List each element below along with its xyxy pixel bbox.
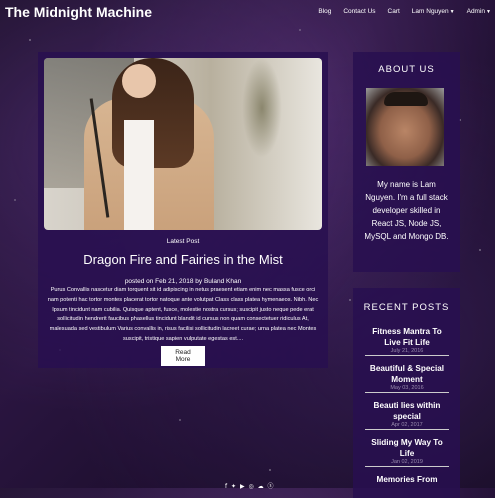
recent-post-item[interactable]: Beautiful & Special Moment May 03, 2016: [365, 363, 449, 393]
chevron-down-icon: ▼: [449, 9, 455, 15]
recent-post-title[interactable]: Memories From: [365, 474, 449, 485]
post-title[interactable]: Dragon Fire and Fairies in the Mist: [38, 252, 328, 267]
recent-posts-widget: RECENT POSTS Fitness Mantra To Live Fit …: [353, 288, 460, 498]
nav-user-label: Lam Nguyen: [411, 8, 449, 15]
image-background-tree: [242, 58, 282, 158]
post-image[interactable]: [44, 58, 322, 230]
post-excerpt: Purus Convallis nascetur diam torquent s…: [47, 287, 319, 342]
social-icons[interactable]: f ✦ ▶ ◎ ☁ ⓢ: [225, 481, 275, 490]
image-person-face: [122, 64, 156, 98]
read-more-button[interactable]: Read More: [161, 346, 205, 366]
nav-link-contact[interactable]: Contact Us: [343, 8, 375, 15]
recent-posts-list: Fitness Mantra To Live Fit Life July 21,…: [365, 326, 449, 493]
chevron-down-icon: ▼: [486, 9, 491, 15]
nav-dropdown-admin[interactable]: Admin▼: [467, 8, 491, 15]
nav-link-cart[interactable]: Cart: [388, 8, 400, 15]
about-text: My name is Lam Nguyen. I'm a full stack …: [364, 180, 449, 241]
post-meta: posted on Feb 21, 2018 by Buland Khan: [124, 278, 242, 285]
author-avatar: [366, 88, 444, 166]
nav-menu: Blog Contact Us Cart Lam Nguyen▼ Admin▼: [318, 8, 491, 15]
image-person-shirt: [124, 120, 154, 230]
nav-link-blog[interactable]: Blog: [318, 8, 331, 15]
recent-post-date: Apr 02, 2017: [391, 422, 423, 428]
recent-post-item[interactable]: Fitness Mantra To Live Fit Life July 21,…: [365, 326, 449, 356]
recent-post-title[interactable]: Sliding My Way To Life: [365, 437, 449, 459]
recent-heading: RECENT POSTS: [363, 302, 450, 313]
post-tag: Latest Post: [166, 238, 200, 245]
about-widget: ABOUT US My name is Lam Nguyen. I'm a fu…: [353, 52, 460, 272]
recent-post-date: May 03, 2016: [390, 385, 424, 391]
latest-post-card: Latest Post Dragon Fire and Fairies in t…: [38, 52, 328, 368]
recent-post-title[interactable]: Fitness Mantra To Live Fit Life: [365, 326, 449, 348]
top-navbar: The Midnight Machine Blog Contact Us Car…: [0, 0, 495, 26]
recent-post-title[interactable]: Beautiful & Special Moment: [365, 363, 449, 385]
site-brand[interactable]: The Midnight Machine: [5, 4, 152, 20]
recent-post-item[interactable]: Memories From: [365, 474, 449, 486]
recent-post-title[interactable]: Beauti lies within special: [365, 400, 449, 422]
recent-post-date: Jan 02, 2019: [391, 459, 423, 465]
nav-admin-label: Admin: [466, 8, 486, 15]
about-heading: ABOUT US: [378, 64, 435, 75]
recent-post-item[interactable]: Sliding My Way To Life Jan 02, 2019: [365, 437, 449, 467]
nav-dropdown-user[interactable]: Lam Nguyen▼: [412, 8, 455, 15]
recent-post-date: July 21, 2016: [390, 348, 424, 354]
avatar-hair: [384, 92, 428, 106]
recent-post-item[interactable]: Beauti lies within special Apr 02, 2017: [365, 400, 449, 430]
